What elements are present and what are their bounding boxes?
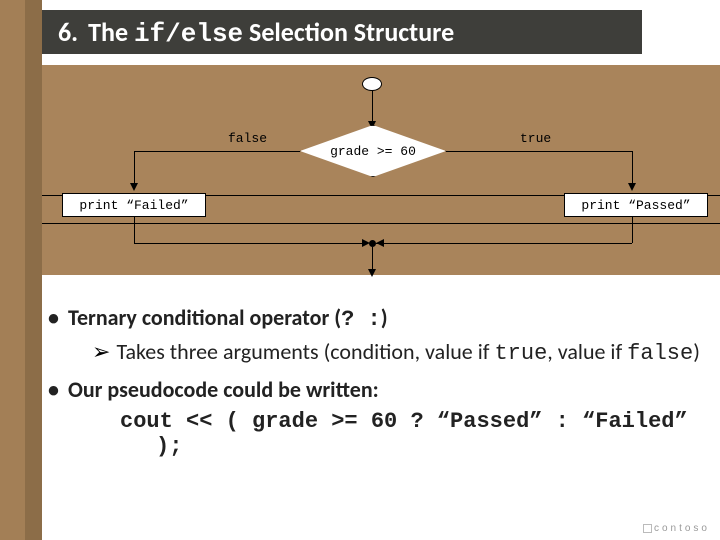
sub-text: , value if [547,338,627,365]
logo-square-icon [643,524,652,533]
slide-number: 6. [58,16,78,48]
inline-code: false [627,341,693,366]
title-code: if/else [134,19,243,49]
bullet-ternary-operator: • Ternary conditional operator (? :) [48,304,720,332]
bullet-text: ) [381,304,388,331]
bullet-icon: • [48,376,59,403]
flowchart-connector [446,151,632,152]
sub-text: Takes three arguments (condition, value … [116,338,494,365]
brand-logo: contoso [643,523,710,534]
flowchart-merge [369,240,376,247]
inline-code: true [494,341,547,366]
bullet-pseudocode: • Our pseudocode could be written: [48,376,720,403]
sub-bullet-arguments: ➢Takes three arguments (condition, value… [92,338,720,366]
decision-condition: grade >= 60 [330,144,416,159]
title-pre: The [88,16,128,48]
flowchart-connector [134,151,300,152]
inline-code: ? : [341,307,381,332]
action-box-passed: print “Passed” [564,193,708,217]
arrow-left-icon [376,239,384,247]
action-box-label: print “Failed” [79,198,188,213]
decision-diamond: grade >= 60 [300,125,446,177]
slide-title: The if/else Selection Structure [88,16,454,49]
title-post: Selection Structure [249,16,454,48]
flowchart-connector [376,243,632,244]
flowchart-connector [632,151,633,187]
slide-body: • Ternary conditional operator (? :) ➢Ta… [42,300,720,459]
sub-text: ) [693,338,700,365]
branch-label-true: true [520,131,551,146]
action-box-label: print “Passed” [581,198,690,213]
code-example: cout << ( grade >= 60 ? “Passed” : “Fail… [120,409,720,459]
bullet-text: Ternary conditional operator ( [68,304,341,331]
branch-label-false: false [228,131,267,146]
slide-title-bar: 6. The if/else Selection Structure [42,10,642,54]
logo-text: contoso [654,523,710,534]
flowchart-connector [134,243,368,244]
arrow-down-icon [130,183,138,191]
action-box-failed: print “Failed” [62,193,206,217]
flowchart-diagram: grade >= 60 false true print “Failed” pr… [42,65,720,275]
flowchart-connector [134,217,135,243]
triangle-bullet-icon: ➢ [92,338,110,365]
bullet-icon: • [48,304,59,331]
flowchart-connector [632,217,633,243]
arrow-down-icon [368,269,376,277]
arrow-down-icon [628,183,636,191]
bullet-text: Our pseudocode could be written: [68,376,379,403]
flowchart-start [362,77,382,91]
flowchart-connector [372,91,373,125]
horizontal-rule [42,223,720,224]
flowchart-connector [134,151,135,187]
left-decoration-stripe [0,0,42,540]
